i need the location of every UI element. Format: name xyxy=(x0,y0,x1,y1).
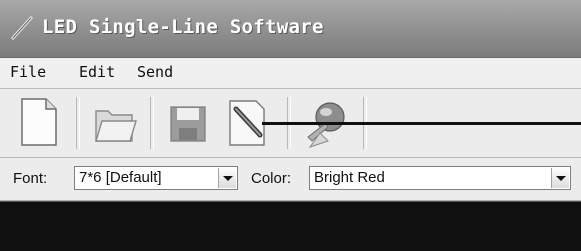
font-select[interactable]: 7*6 [Default] xyxy=(74,166,238,190)
color-select[interactable]: Bright Red xyxy=(309,166,571,190)
new-button[interactable] xyxy=(14,93,64,151)
open-button[interactable] xyxy=(90,93,140,151)
options-bar: Font: 7*6 [Default] Color: Bright Red xyxy=(0,158,581,201)
save-disk-icon xyxy=(170,106,206,142)
menu-edit[interactable]: Edit xyxy=(79,63,115,81)
app-window: LED Single-Line Software File Edit Send xyxy=(0,0,581,251)
menu-send[interactable]: Send xyxy=(137,63,173,81)
font-label: Font: xyxy=(13,170,48,187)
menu-file[interactable]: File xyxy=(10,63,46,81)
chevron-down-icon[interactable] xyxy=(218,168,236,188)
save-button[interactable] xyxy=(163,93,213,151)
toolbar-separator xyxy=(76,97,80,149)
callout-line xyxy=(262,122,581,125)
open-folder-icon xyxy=(95,110,137,142)
led-display-area[interactable] xyxy=(0,201,581,251)
chevron-down-icon[interactable] xyxy=(551,168,569,188)
menu-bar: File Edit Send xyxy=(0,58,581,89)
toolbar-separator xyxy=(150,97,154,149)
window-title: LED Single-Line Software xyxy=(42,16,324,38)
title-bar[interactable]: LED Single-Line Software xyxy=(0,0,581,58)
pen-icon xyxy=(11,16,33,40)
color-select-value: Bright Red xyxy=(314,169,385,186)
color-label: Color: xyxy=(251,170,292,187)
new-document-icon xyxy=(21,98,57,146)
font-select-value: 7*6 [Default] xyxy=(79,169,162,186)
